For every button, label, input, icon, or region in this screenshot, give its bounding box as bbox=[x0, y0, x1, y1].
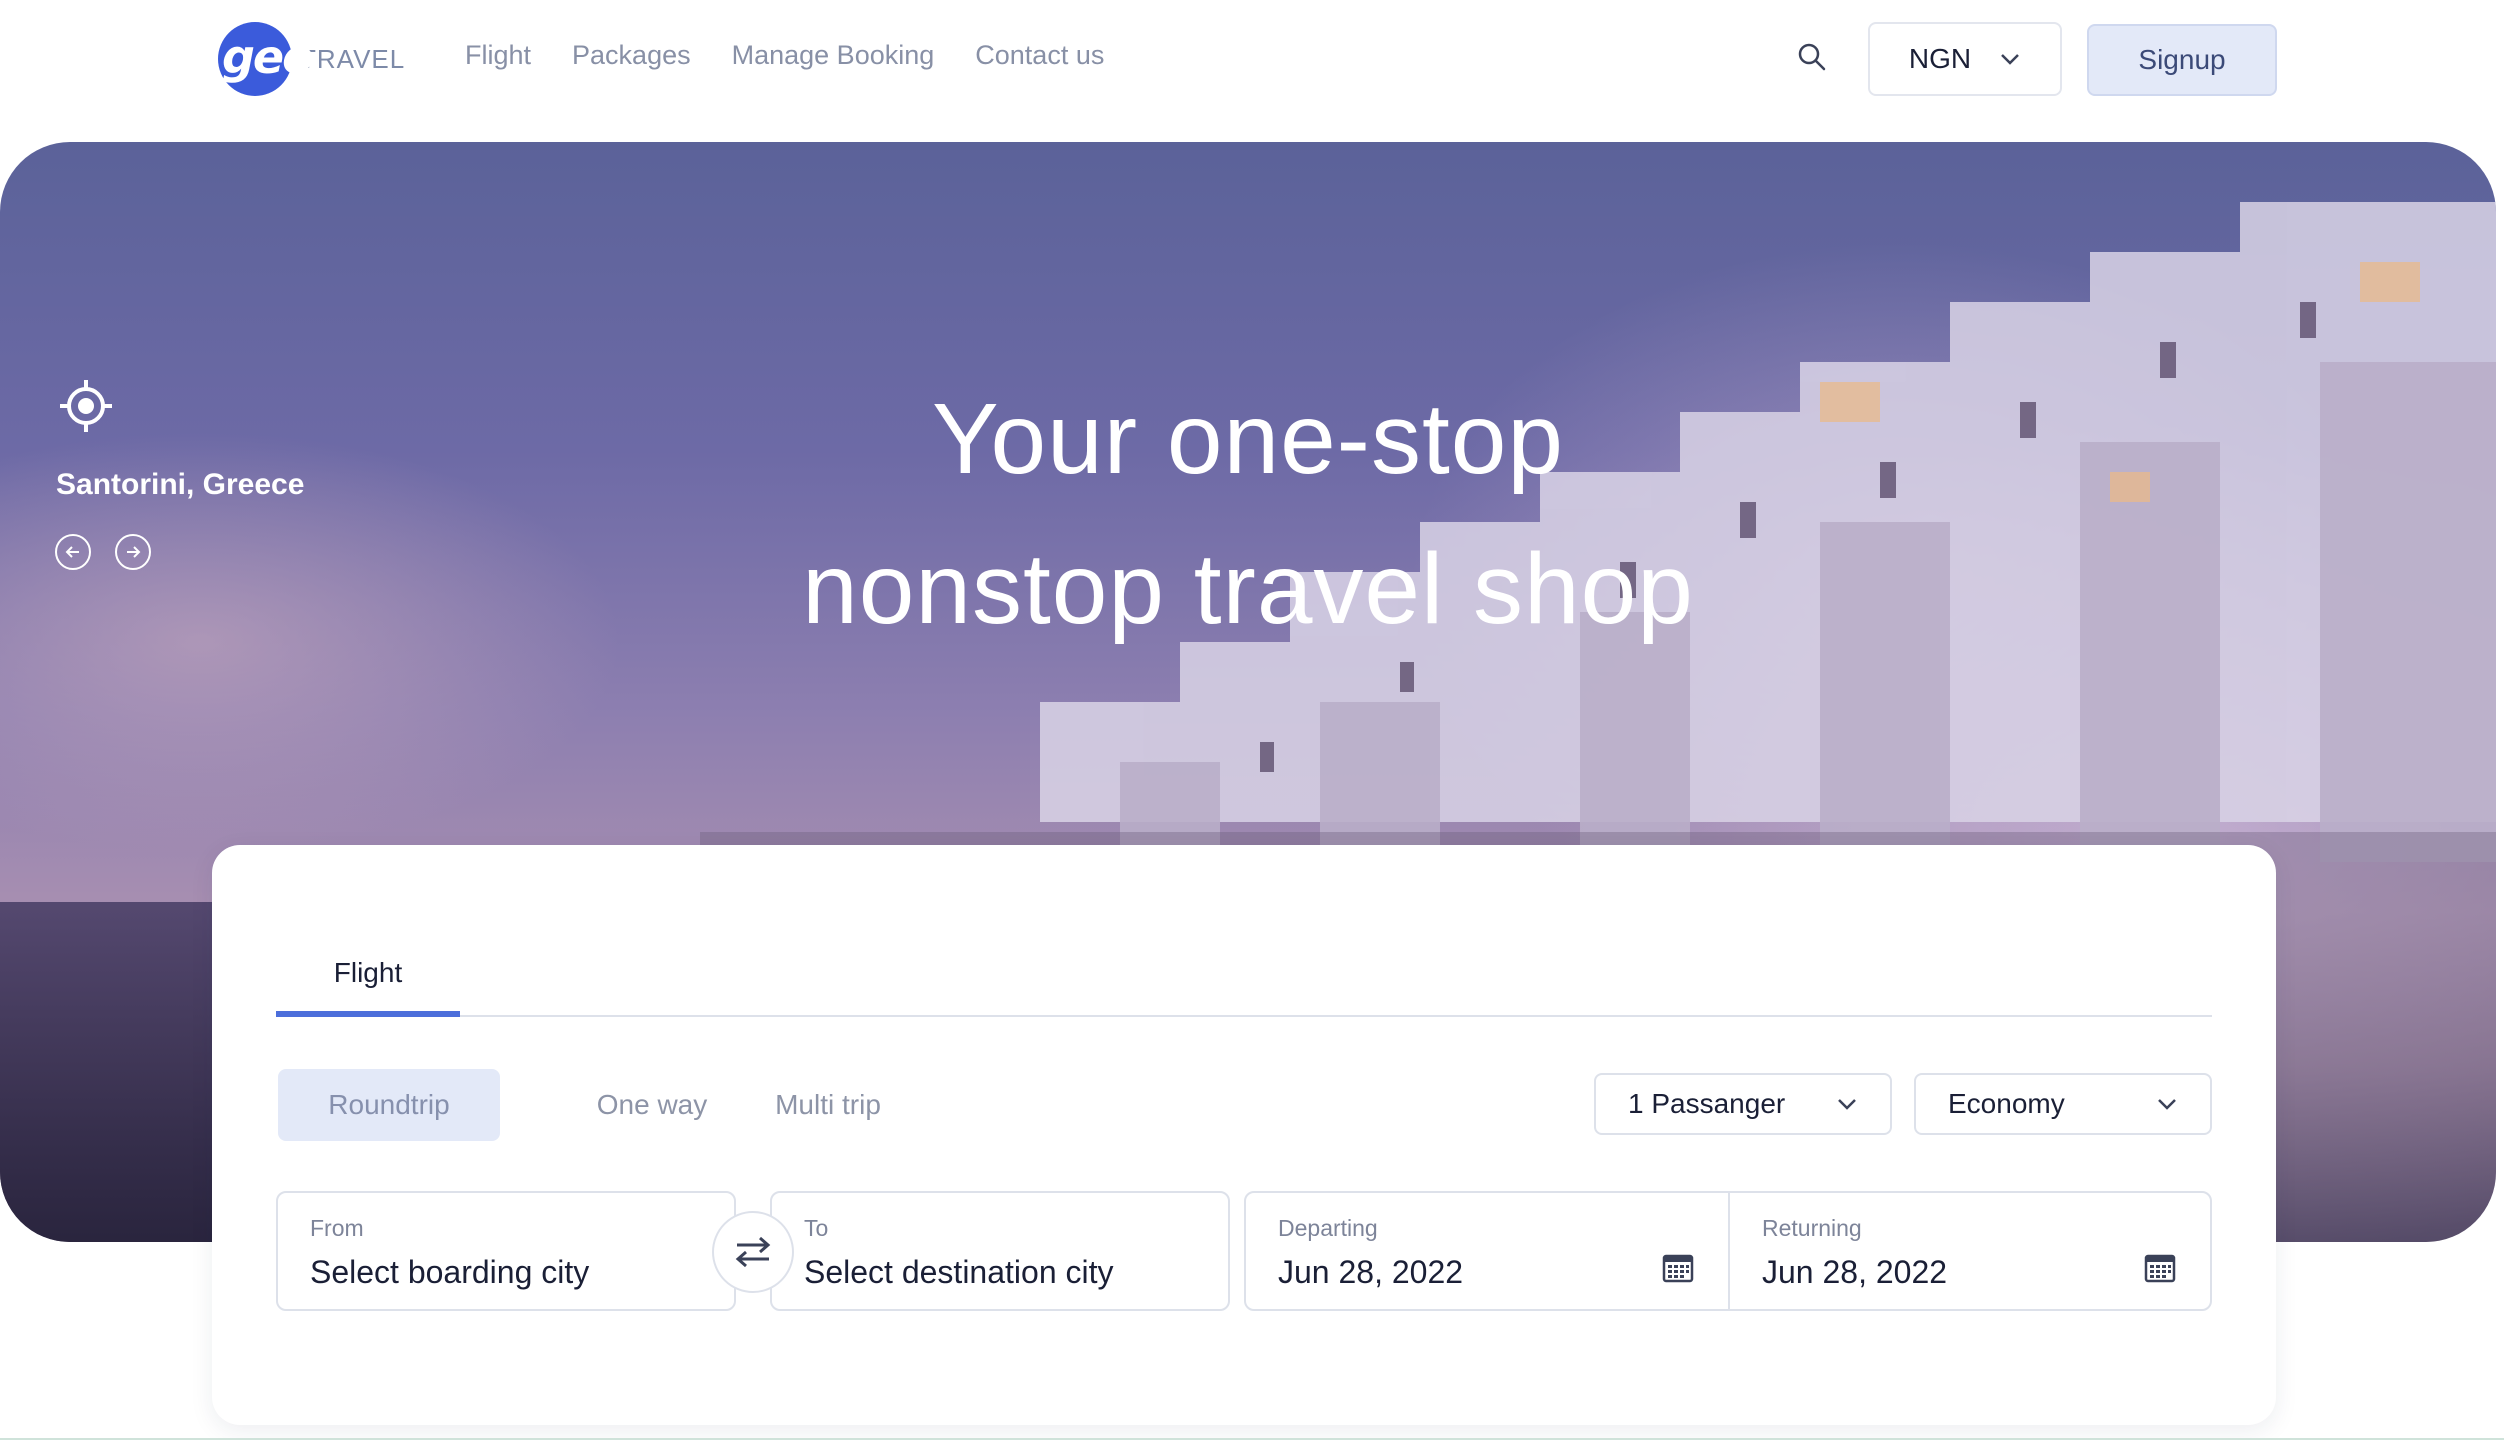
from-city-field[interactable]: From Select boarding city bbox=[276, 1191, 736, 1311]
cabin-class-dropdown[interactable]: Economy bbox=[1914, 1073, 2212, 1135]
search-icon[interactable] bbox=[1795, 40, 1829, 74]
nav-link-flight[interactable]: Flight bbox=[465, 40, 531, 71]
nav-link-manage-booking[interactable]: Manage Booking bbox=[732, 40, 935, 71]
trip-type-one-way[interactable]: One way bbox=[552, 1069, 752, 1141]
chevron-down-icon bbox=[2001, 54, 2019, 65]
booking-tabs: Flight bbox=[276, 945, 2212, 1017]
nav-link-packages[interactable]: Packages bbox=[572, 40, 691, 71]
main-nav: Flight Packages Manage Booking Contact u… bbox=[465, 40, 1104, 71]
cabin-class-value: Economy bbox=[1948, 1088, 2065, 1119]
chevron-down-icon bbox=[2158, 1099, 2176, 1110]
calendar-icon[interactable] bbox=[1662, 1251, 1694, 1283]
hero-headline-line-2: nonstop travel shop bbox=[802, 533, 1694, 645]
departing-value: Jun 28, 2022 bbox=[1278, 1254, 1464, 1290]
tab-flight[interactable]: Flight bbox=[276, 945, 460, 1017]
swap-cities-button[interactable] bbox=[712, 1211, 794, 1293]
currency-selector[interactable]: NGN bbox=[1868, 22, 2062, 96]
departing-date-field[interactable]: Departing Jun 28, 2022 bbox=[1244, 1191, 1730, 1311]
geotravel-logo[interactable]: geo TRAVEL bbox=[218, 22, 408, 96]
to-value: Select destination city bbox=[804, 1254, 1114, 1290]
returning-date-field[interactable]: Returning Jun 28, 2022 bbox=[1728, 1191, 2212, 1311]
from-value: Select boarding city bbox=[310, 1254, 590, 1290]
chevron-down-icon bbox=[1838, 1099, 1856, 1110]
passenger-count-value: 1 Passanger bbox=[1628, 1088, 1786, 1119]
calendar-icon[interactable] bbox=[2144, 1251, 2176, 1283]
nav-link-contact-us[interactable]: Contact us bbox=[975, 40, 1104, 71]
departing-label: Departing bbox=[1278, 1215, 1378, 1241]
logo-mark-text: geo bbox=[222, 30, 314, 84]
trip-type-roundtrip[interactable]: Roundtrip bbox=[278, 1069, 500, 1141]
logo-wordmark: TRAVEL bbox=[300, 43, 406, 74]
top-header: geo TRAVEL Flight Packages Manage Bookin… bbox=[0, 0, 2504, 140]
signup-button[interactable]: Signup bbox=[2087, 24, 2277, 96]
from-label: From bbox=[310, 1215, 364, 1241]
trip-type-multi-trip[interactable]: Multi trip bbox=[728, 1069, 928, 1141]
returning-label: Returning bbox=[1762, 1215, 1862, 1241]
currency-value: NGN bbox=[1908, 43, 1972, 74]
returning-value: Jun 28, 2022 bbox=[1762, 1254, 1948, 1290]
logo-mark: geo bbox=[218, 22, 314, 96]
passenger-count-dropdown[interactable]: 1 Passanger bbox=[1594, 1073, 1892, 1135]
hero-headline-line-1: Your one-stop bbox=[932, 383, 1564, 495]
flight-search-card: Flight Roundtrip One way Multi trip 1 Pa… bbox=[212, 845, 2276, 1425]
to-label: To bbox=[804, 1215, 829, 1241]
to-city-field[interactable]: To Select destination city bbox=[770, 1191, 1230, 1311]
swap-arrows-icon bbox=[735, 1236, 771, 1268]
